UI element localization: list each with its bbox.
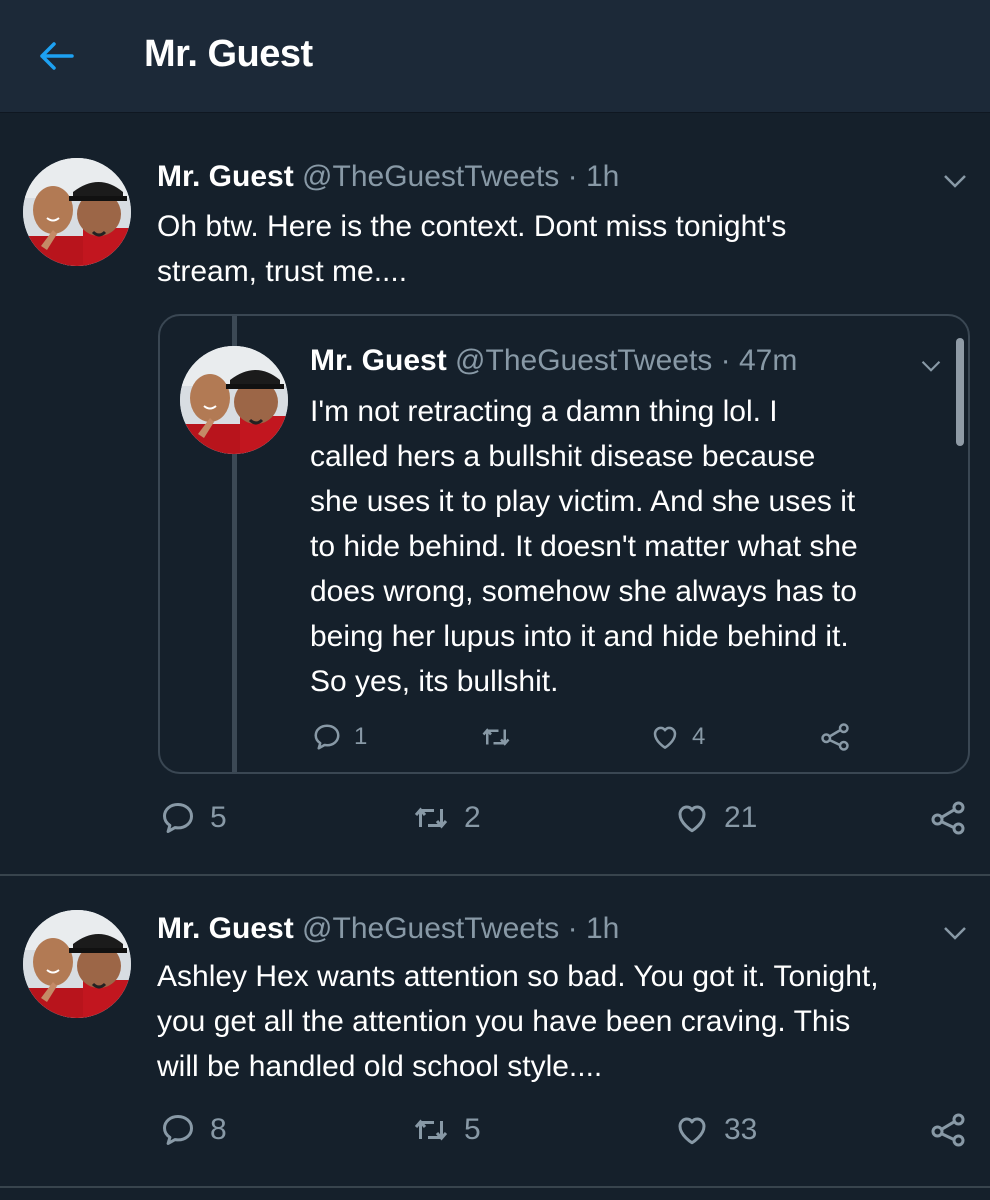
tweet-text-line: to hide behind. It doesn't matter what s…: [310, 530, 858, 563]
share-icon: [930, 1112, 966, 1148]
like-button[interactable]: 21: [674, 800, 757, 836]
tweet-menu-button[interactable]: [942, 924, 968, 942]
tweet[interactable]: Mr. Guest @TheGuestTweets · 1h Ashley He…: [0, 876, 990, 1186]
top-bar: Mr. Guest: [0, 0, 990, 113]
separator-dot: ·: [720, 344, 731, 377]
share-button[interactable]: [930, 800, 966, 836]
share-icon: [930, 800, 966, 836]
arrow-left-icon: [40, 42, 74, 70]
heart-icon: [674, 800, 710, 836]
tweet-text-line: Oh btw. Here is the context. Dont miss t…: [157, 210, 787, 243]
tweet-text-line: stream, trust me....: [157, 255, 408, 288]
page-title: Mr. Guest: [144, 33, 313, 75]
like-count: 33: [724, 1113, 758, 1146]
author-name[interactable]: Mr. Guest: [157, 912, 294, 945]
reply-count: 5: [210, 801, 227, 834]
tweet[interactable]: Mr. Guest @TheGuestTweets · 1h Oh btw. H…: [0, 112, 990, 874]
share-button[interactable]: [930, 1112, 966, 1148]
retweet-button[interactable]: [480, 722, 524, 752]
quoted-tweet[interactable]: Mr. Guest @TheGuestTweets · 47m I'm not …: [158, 314, 970, 774]
reply-button[interactable]: 1: [312, 722, 367, 752]
share-button[interactable]: [820, 722, 850, 752]
quoted-author-line: Mr. Guest @TheGuestTweets · 47m: [310, 344, 797, 378]
reply-count: 1: [354, 723, 368, 750]
tweet-text-line: I'm not retracting a damn thing lol. I: [310, 395, 778, 428]
heart-icon: [674, 1112, 710, 1148]
retweet-icon: [412, 800, 450, 836]
tweet-text-line: will be handled old school style....: [157, 1050, 603, 1083]
reply-icon: [160, 1112, 196, 1148]
author-handle[interactable]: @TheGuestTweets: [302, 912, 559, 945]
like-button[interactable]: 4: [650, 722, 705, 752]
like-count: 21: [724, 801, 758, 834]
tweet-text: Ashley Hex wants attention so bad. You g…: [157, 954, 982, 1089]
reply-button[interactable]: 8: [160, 1112, 227, 1148]
quoted-tweet-text: I'm not retracting a damn thing lol. I c…: [310, 389, 950, 704]
tweet-divider: [0, 1186, 990, 1188]
scrollbar[interactable]: [956, 338, 964, 446]
avatar[interactable]: [180, 346, 288, 454]
reply-button[interactable]: 5: [160, 800, 227, 836]
chevron-down-icon: [921, 361, 941, 372]
quoted-tweet-menu-button[interactable]: [920, 358, 942, 374]
separator-dot: ·: [567, 160, 578, 193]
tweet-text-line: called hers a bullshit disease because: [310, 440, 816, 473]
tweet-text-line: you get all the attention you have been …: [157, 1005, 851, 1038]
tweet-timestamp[interactable]: 1h: [586, 912, 619, 945]
tweet-text: Oh btw. Here is the context. Dont miss t…: [157, 204, 967, 294]
retweet-count: 5: [464, 1113, 481, 1146]
author-handle[interactable]: @TheGuestTweets: [455, 344, 712, 377]
tweet-author-line: Mr. Guest @TheGuestTweets · 1h: [157, 160, 619, 194]
heart-icon: [650, 722, 680, 752]
reply-count: 8: [210, 1113, 227, 1146]
retweet-button[interactable]: 5: [412, 1112, 481, 1148]
retweet-icon: [480, 722, 512, 752]
author-name[interactable]: Mr. Guest: [157, 160, 294, 193]
chevron-down-icon: [944, 927, 966, 940]
tweet-text-line: being her lupus into it and hide behind …: [310, 620, 849, 653]
tweet-text-line: she uses it to play victim. And she uses…: [310, 485, 856, 518]
tweet-timestamp[interactable]: 1h: [586, 160, 619, 193]
tweet-menu-button[interactable]: [942, 172, 968, 190]
avatar[interactable]: [23, 158, 131, 266]
like-count: 4: [692, 723, 706, 750]
separator-dot: ·: [567, 912, 578, 945]
retweet-button[interactable]: 2: [412, 800, 481, 836]
back-button[interactable]: [34, 36, 78, 76]
tweet-text-line: does wrong, somehow she always has to: [310, 575, 857, 608]
retweet-icon: [412, 1112, 450, 1148]
tweet-timestamp[interactable]: 47m: [739, 344, 797, 377]
reply-icon: [160, 800, 196, 836]
tweet-author-line: Mr. Guest @TheGuestTweets · 1h: [157, 912, 619, 946]
like-button[interactable]: 33: [674, 1112, 757, 1148]
author-handle[interactable]: @TheGuestTweets: [302, 160, 559, 193]
tweet-text-line: So yes, its bullshit.: [310, 665, 559, 698]
retweet-count: 2: [464, 801, 481, 834]
tweet-text-line: Ashley Hex wants attention so bad. You g…: [157, 960, 879, 993]
author-name[interactable]: Mr. Guest: [310, 344, 447, 377]
reply-icon: [312, 722, 342, 752]
share-icon: [820, 722, 850, 752]
chevron-down-icon: [944, 175, 966, 188]
avatar[interactable]: [23, 910, 131, 1018]
